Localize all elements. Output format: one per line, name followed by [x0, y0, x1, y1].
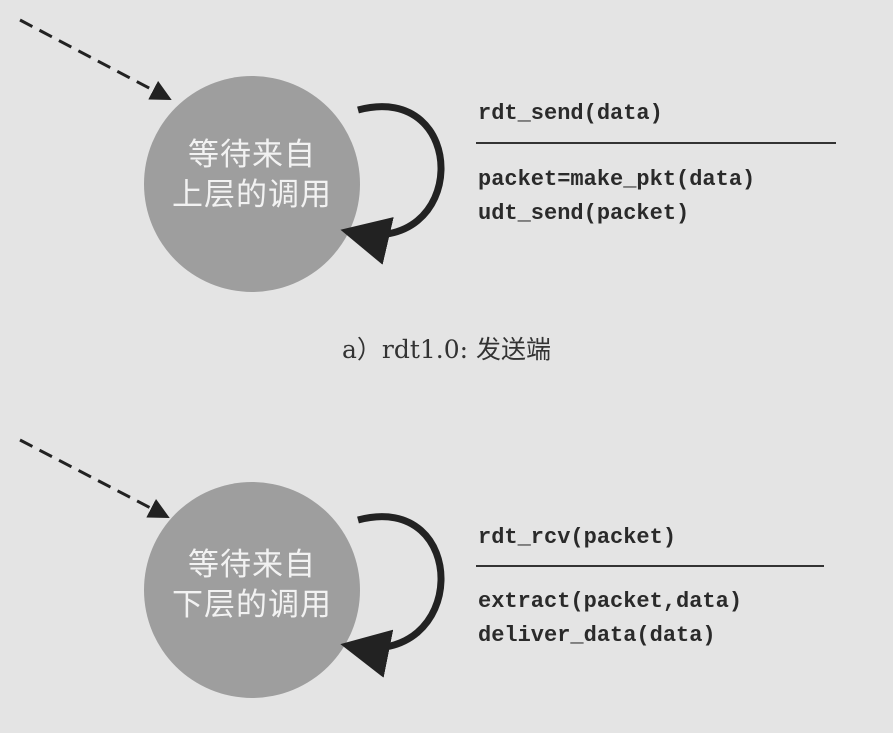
receiver-state-line2: 下层的调用: [172, 587, 332, 623]
receiver-action-2: deliver_data(data): [478, 623, 716, 648]
sender-state-line2: 上层的调用: [172, 177, 332, 213]
initial-arrow: [19, 438, 170, 518]
sender-action-1: packet=make_pkt(data): [478, 167, 756, 192]
receiver-fsm: 等待来自 下层的调用 rdt_rcv(packet) extract(packe…: [0, 420, 893, 733]
receiver-fsm-graphic: [19, 438, 445, 698]
sender-event: rdt_send(data): [478, 101, 663, 126]
sender-action-2: udt_send(packet): [478, 201, 690, 226]
sender-caption: a）rdt1.0: 发送端: [341, 335, 552, 364]
receiver-transition-rule: [476, 565, 824, 567]
receiver-event: rdt_rcv(packet): [478, 525, 677, 550]
receiver-state-label: 等待来自 下层的调用: [144, 545, 360, 625]
sender-state-line1: 等待来自: [188, 137, 316, 173]
receiver-action-1: extract(packet,data): [478, 589, 743, 614]
sender-transition-rule: [476, 142, 836, 144]
sender-fsm: 等待来自 上层的调用 rdt_send(data) packet=make_pk…: [0, 0, 893, 364]
sender-fsm-graphic: [19, 18, 445, 292]
initial-arrow: [19, 18, 172, 100]
self-loop-arrow: [340, 513, 445, 678]
self-loop-arrow: [340, 103, 445, 265]
receiver-state-line1: 等待来自: [188, 547, 316, 583]
sender-state-label: 等待来自 上层的调用: [144, 135, 360, 215]
